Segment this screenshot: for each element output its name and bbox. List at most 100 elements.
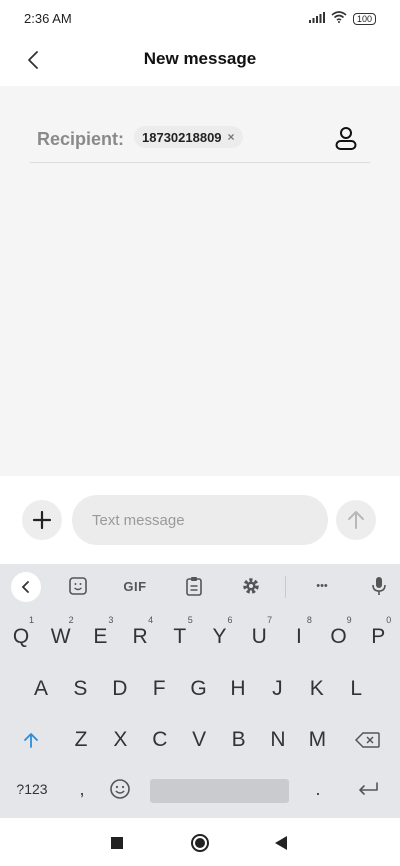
send-button[interactable] (336, 500, 376, 540)
voice-input-button[interactable] (368, 572, 390, 600)
key-label: E (93, 625, 108, 648)
plus-icon (32, 510, 52, 530)
recents-button[interactable] (106, 832, 128, 854)
key-label: W (50, 625, 71, 648)
shift-key[interactable] (11, 720, 51, 760)
gif-button[interactable]: GIF (118, 572, 152, 600)
key-hint: 7 (267, 615, 273, 625)
toolbar-divider (285, 576, 286, 598)
enter-key[interactable] (348, 769, 388, 809)
key-u[interactable]: U7 (239, 615, 279, 657)
chevron-left-icon (21, 581, 29, 593)
key-a[interactable]: A (21, 669, 61, 709)
triangle-back-icon (275, 836, 287, 850)
wifi-icon (331, 10, 347, 28)
backspace-icon (355, 732, 380, 748)
key-hint: 9 (346, 615, 352, 625)
status-bar: 2:36 AM 100 (0, 0, 400, 36)
key-f[interactable]: F (139, 669, 179, 709)
recipient-row[interactable]: Recipient: 18730218809 × (30, 120, 370, 163)
key-h[interactable]: H (218, 669, 258, 709)
key-hint: 8 (306, 615, 312, 625)
keyboard: GIF ••• Q1W2E3R4T5Y6U7I8O9P0 ASDFGHJKL Z… (0, 564, 400, 818)
key-z[interactable]: Z (61, 720, 101, 760)
clipboard-button[interactable] (182, 572, 206, 600)
key-y[interactable]: Y6 (200, 615, 240, 657)
key-b[interactable]: B (219, 720, 259, 760)
comma-key[interactable]: , (62, 769, 102, 809)
key-hint: 6 (227, 615, 233, 625)
circle-icon (191, 834, 209, 852)
key-label: R (132, 625, 148, 648)
key-label: T (173, 625, 187, 648)
key-hint: 1 (28, 615, 34, 625)
key-label: Y (212, 625, 227, 648)
remove-recipient-button[interactable]: × (228, 130, 235, 144)
key-r[interactable]: R4 (120, 615, 160, 657)
toolbar-collapse-button[interactable] (11, 572, 41, 602)
key-i[interactable]: I8 (279, 615, 319, 657)
clipboard-icon (186, 577, 202, 596)
page-title: New message (143, 49, 257, 68)
key-row-3: ZXCVBNM (0, 720, 400, 760)
key-d[interactable]: D (100, 669, 140, 709)
key-t[interactable]: T5 (160, 615, 200, 657)
key-label: P (371, 625, 386, 648)
compose-bar (0, 476, 400, 564)
recipient-chip[interactable]: 18730218809 × (134, 126, 243, 148)
keyboard-toolbar: GIF ••• (0, 564, 400, 608)
key-k[interactable]: K (297, 669, 337, 709)
key-label: O (330, 625, 347, 648)
settings-button[interactable] (239, 572, 263, 600)
recipient-label: Recipient: (37, 129, 125, 149)
message-input[interactable] (72, 495, 328, 545)
gear-icon (243, 578, 259, 594)
more-button[interactable]: ••• (308, 572, 336, 600)
key-row-1: Q1W2E3R4T5Y6U7I8O9P0 (0, 615, 400, 657)
person-icon (335, 127, 357, 150)
shift-arrow-icon (24, 733, 38, 748)
microphone-icon (372, 577, 386, 595)
key-x[interactable]: X (100, 720, 140, 760)
gif-label: GIF (123, 578, 147, 594)
key-g[interactable]: G (179, 669, 219, 709)
key-p[interactable]: P0 (358, 615, 398, 657)
emoji-icon (110, 779, 130, 799)
key-n[interactable]: N (258, 720, 298, 760)
space-key[interactable] (150, 779, 289, 803)
sticker-icon (69, 577, 87, 595)
status-icons: 100 (308, 10, 376, 28)
add-attachment-button[interactable] (22, 500, 62, 540)
key-row-2: ASDFGHJKL (0, 669, 400, 709)
header: New message (0, 36, 400, 86)
key-m[interactable]: M (297, 720, 337, 760)
nav-back-button[interactable] (270, 832, 292, 854)
key-j[interactable]: J (257, 669, 297, 709)
key-o[interactable]: O9 (319, 615, 359, 657)
signal-icon (308, 10, 325, 28)
system-nav-bar (0, 818, 400, 866)
enter-icon (359, 782, 378, 795)
recipient-number: 18730218809 (142, 129, 222, 145)
emoji-key[interactable] (100, 769, 140, 809)
key-label: Q (12, 625, 30, 648)
key-e[interactable]: E3 (80, 615, 120, 657)
key-w[interactable]: W2 (41, 615, 81, 657)
key-v[interactable]: V (179, 720, 219, 760)
sticker-button[interactable] (66, 572, 90, 600)
backspace-key[interactable] (348, 720, 388, 760)
period-key[interactable]: . (298, 769, 338, 809)
square-icon (111, 837, 123, 849)
key-hint: 3 (108, 615, 114, 625)
key-s[interactable]: S (60, 669, 100, 709)
status-time: 2:36 AM (24, 11, 72, 26)
key-label: U (251, 625, 267, 648)
key-row-4: ?123 , . (0, 769, 400, 809)
contacts-button[interactable] (332, 124, 360, 152)
key-q[interactable]: Q1 (1, 615, 41, 657)
battery-icon: 100 (352, 13, 376, 25)
symbols-key[interactable]: ?123 (12, 769, 52, 809)
home-button[interactable] (189, 832, 211, 854)
key-l[interactable]: L (336, 669, 376, 709)
key-c[interactable]: C (140, 720, 180, 760)
